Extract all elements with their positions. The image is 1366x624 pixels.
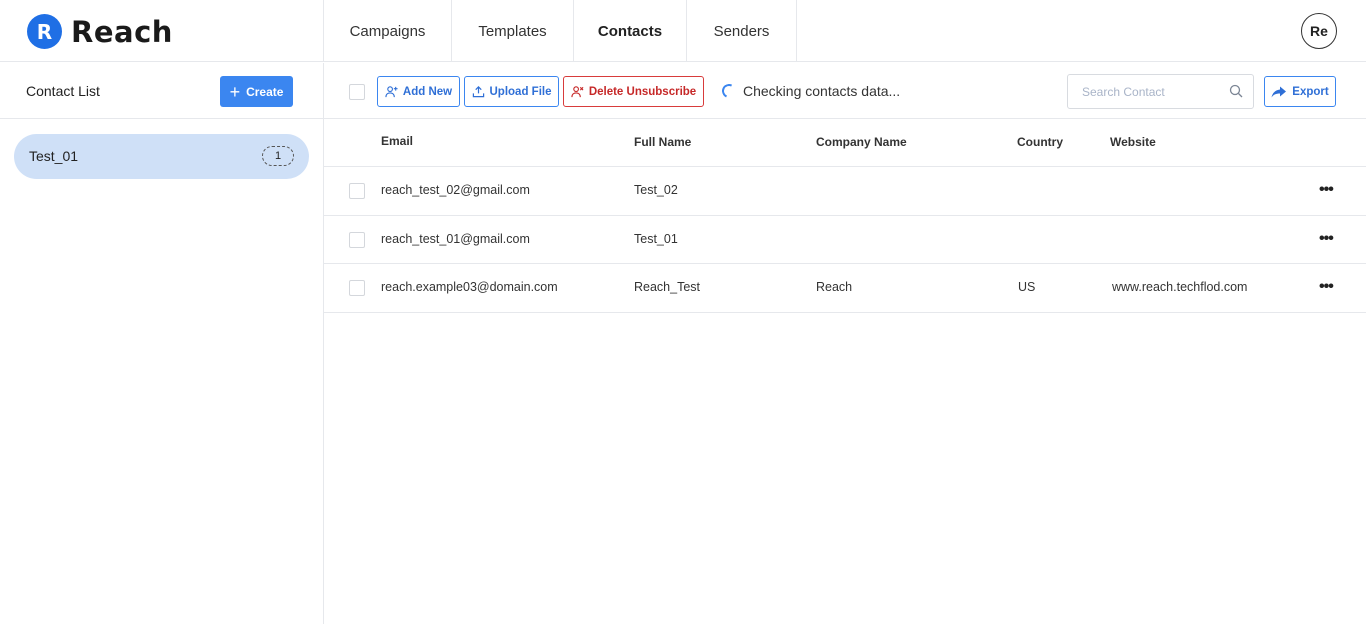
remove-user-icon [571, 86, 584, 98]
contacts-toolbar: Add New Upload File Delete Unsubscribe C… [324, 63, 1366, 119]
row-checkbox[interactable] [349, 280, 365, 296]
cell-website: www.reach.techflod.com [1112, 280, 1248, 294]
search-contact-input[interactable] [1068, 75, 1218, 108]
tab-contacts[interactable]: Contacts [573, 0, 686, 62]
create-list-button[interactable]: + Create [220, 76, 293, 107]
top-navigation-bar: R Reach Campaigns Templates Contacts Sen… [0, 0, 1366, 62]
loading-status-text: Checking contacts data... [743, 83, 901, 99]
cell-company-name: Reach [816, 280, 853, 294]
cell-country: US [1018, 280, 1036, 294]
row-more-options-icon[interactable]: ••• [1319, 182, 1334, 198]
contacts-table-header: Email Full Name Company Name Country Web… [324, 119, 1366, 167]
column-header-email[interactable]: Email [381, 134, 413, 148]
share-arrow-icon [1271, 86, 1287, 97]
row-checkbox[interactable] [349, 183, 365, 199]
sidebar-header: Contact List + Create [0, 63, 323, 119]
loading-spinner-icon [720, 82, 738, 100]
cell-full-name: Reach_Test [634, 280, 701, 294]
main-nav: Campaigns Templates Contacts Senders [323, 0, 797, 62]
contact-list-sidebar: Contact List + Create Test_01 1 [0, 63, 324, 624]
cell-email: reach.example03@domain.com [381, 280, 558, 294]
upload-file-label: Upload File [489, 85, 552, 98]
search-contact-box [1067, 74, 1254, 109]
select-all-checkbox[interactable] [349, 84, 365, 100]
contact-list-name: Test_01 [29, 148, 79, 164]
add-new-button[interactable]: Add New [377, 76, 460, 107]
column-header-website[interactable]: Website [1110, 135, 1156, 149]
cell-full-name: Test_02 [634, 183, 678, 197]
table-row[interactable]: reach.example03@domain.com Reach_Test Re… [324, 264, 1366, 313]
row-checkbox[interactable] [349, 231, 365, 248]
delete-unsubscribe-label: Delete Unsubscribe [588, 85, 697, 98]
column-header-company-name[interactable]: Company Name [816, 135, 907, 149]
reach-logo[interactable]: R Reach [27, 14, 173, 49]
brand-name: Reach [71, 14, 173, 49]
column-header-country[interactable]: Country [1017, 135, 1063, 149]
column-header-full-name[interactable]: Full Name [634, 135, 691, 149]
upload-file-button[interactable]: Upload File [464, 76, 559, 107]
contact-list-count-badge: 1 [262, 146, 294, 166]
tab-templates[interactable]: Templates [451, 0, 573, 62]
user-avatar[interactable]: Re [1301, 13, 1337, 49]
add-new-label: Add New [402, 85, 453, 98]
table-row[interactable]: reach_test_01@gmail.com Test_01 ••• [324, 216, 1366, 264]
row-more-options-icon[interactable]: ••• [1319, 279, 1334, 295]
export-label: Export [1292, 85, 1329, 98]
cell-email: reach_test_02@gmail.com [381, 183, 530, 197]
tab-senders[interactable]: Senders [686, 0, 797, 62]
search-icon[interactable] [1229, 84, 1243, 98]
logo-mark-icon: R [27, 14, 62, 49]
row-more-options-icon[interactable]: ••• [1319, 230, 1334, 247]
create-button-label: Create [246, 84, 284, 99]
upload-icon [472, 86, 484, 98]
table-row[interactable]: reach_test_02@gmail.com Test_02 ••• [324, 167, 1366, 216]
sidebar-title: Contact List [26, 83, 100, 99]
cell-full-name: Test_01 [634, 231, 678, 246]
loading-status: Checking contacts data... [720, 82, 901, 100]
delete-unsubscribe-button[interactable]: Delete Unsubscribe [563, 76, 704, 107]
plus-icon: + [229, 81, 241, 102]
cell-email: reach_test_01@gmail.com [381, 231, 530, 246]
tab-campaigns[interactable]: Campaigns [323, 0, 451, 62]
contacts-main-panel: Add New Upload File Delete Unsubscribe C… [324, 63, 1366, 624]
export-button[interactable]: Export [1264, 76, 1336, 107]
contact-list-item[interactable]: Test_01 1 [14, 134, 309, 179]
add-user-icon [385, 86, 398, 98]
